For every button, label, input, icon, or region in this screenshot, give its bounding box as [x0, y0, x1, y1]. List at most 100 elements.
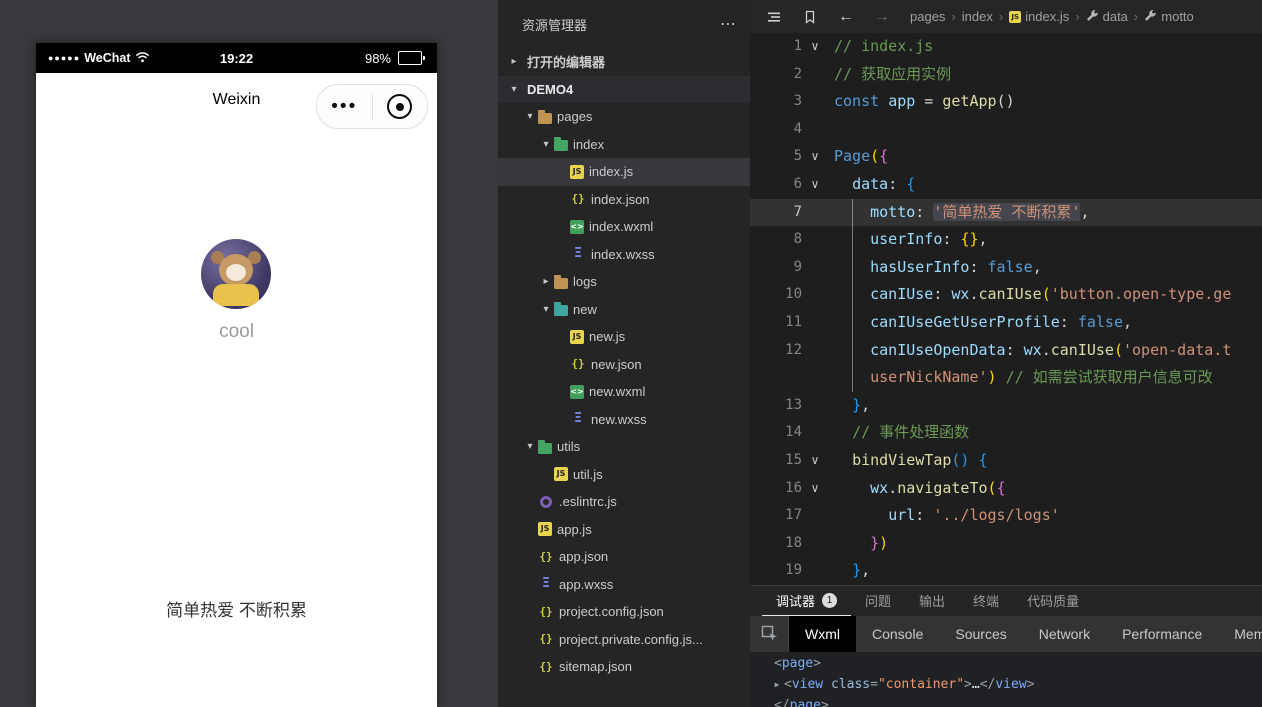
battery-percent: 98% [365, 51, 391, 66]
symbol-wrench-icon [1144, 9, 1157, 25]
signal-dots-icon: ●●●●● [48, 53, 80, 63]
tree-item-pages[interactable]: ▾ pages [498, 103, 750, 131]
devtools-tab-memory[interactable]: Memory [1218, 616, 1262, 652]
editor-panel: ← → pages›index›JSindex.js›data›motto 1∨… [750, 0, 1262, 585]
code-line-6[interactable]: 6∨ data: { [750, 171, 1262, 199]
devtools-tab-console[interactable]: Console [856, 616, 939, 652]
code-line-3[interactable]: 3const app = getApp() [750, 88, 1262, 116]
fold-chevron-icon[interactable]: ∨ [802, 171, 828, 199]
user-avatar[interactable] [201, 239, 271, 309]
tree-item-label: new.json [591, 357, 642, 372]
fold-chevron-icon[interactable]: ∨ [802, 475, 828, 503]
tree-item-index.json[interactable]: {}index.json [498, 186, 750, 214]
fold-chevron-icon[interactable]: ∨ [802, 447, 828, 475]
capsule-menu[interactable]: ••• [316, 84, 428, 129]
tree-item-util.js[interactable]: JSutil.js [498, 461, 750, 489]
code-line-4[interactable]: 4 [750, 116, 1262, 144]
tree-item-logs[interactable]: ▸logs [498, 268, 750, 296]
code-line-14[interactable]: 14 // 事件处理函数 [750, 419, 1262, 447]
tree-item-label: .eslintrc.js [559, 494, 617, 509]
code-line-5[interactable]: 5∨Page({ [750, 143, 1262, 171]
tree-item-sitemap.json[interactable]: {}sitemap.json [498, 653, 750, 681]
tree-item-打开的编辑器[interactable]: ▸打开的编辑器 [498, 48, 750, 76]
devtools-tab-performance[interactable]: Performance [1106, 616, 1218, 652]
debugger-tab-问题[interactable]: 问题 [851, 586, 905, 616]
folder-icon [538, 113, 552, 124]
debugger-tab-输出[interactable]: 输出 [905, 586, 959, 616]
code-line-9[interactable]: 9 hasUserInfo: false, [750, 254, 1262, 282]
breadcrumb-item-motto[interactable]: motto [1144, 9, 1194, 25]
breadcrumb-item-index.js[interactable]: JSindex.js [1009, 9, 1069, 24]
tree-item-label: pages [557, 109, 592, 124]
code-line-wrap[interactable]: userNickName') // 如需尝试获取用户信息可改 [750, 364, 1262, 392]
wxss-file-icon: Ξ [570, 246, 586, 262]
tree-item-new[interactable]: ▾new [498, 296, 750, 324]
code-line-2[interactable]: 2// 获取应用实例 [750, 61, 1262, 89]
debugger-tab-调试器[interactable]: 调试器1 [762, 586, 851, 616]
bookmark-icon[interactable] [802, 9, 818, 25]
tree-item-.eslintrc.js[interactable]: .eslintrc.js [498, 488, 750, 516]
code-line-1[interactable]: 1∨// index.js [750, 33, 1262, 61]
tree-item-app.js[interactable]: JSapp.js [498, 516, 750, 544]
chevron-expanded-icon[interactable]: ▾ [506, 84, 522, 95]
chevron-expanded-icon[interactable]: ▾ [522, 441, 538, 452]
phone-status-bar: ●●●●● WeChat 19:22 98% [36, 43, 437, 73]
tree-item-index.js[interactable]: JSindex.js [498, 158, 750, 186]
dom-node[interactable]: <page> [750, 653, 1262, 674]
outline-icon[interactable] [766, 9, 782, 25]
tree-item-new.js[interactable]: JSnew.js [498, 323, 750, 351]
tree-item-new.wxml[interactable]: <>new.wxml [498, 378, 750, 406]
devtools-tab-sources[interactable]: Sources [939, 616, 1022, 652]
chevron-expanded-icon[interactable]: ▾ [538, 139, 554, 150]
code-line-18[interactable]: 18 }) [750, 530, 1262, 558]
debugger-tab-代码质量[interactable]: 代码质量 [1013, 586, 1093, 616]
clock-time: 19:22 [220, 51, 253, 66]
chevron-collapsed-icon[interactable]: ▸ [506, 56, 522, 67]
code-line-15[interactable]: 15∨ bindViewTap() { [750, 447, 1262, 475]
tree-item-index[interactable]: ▾index [498, 131, 750, 159]
code-line-16[interactable]: 16∨ wx.navigateTo({ [750, 475, 1262, 503]
tree-item-app.json[interactable]: {}app.json [498, 543, 750, 571]
code-line-12[interactable]: 12 canIUseOpenData: wx.canIUse('open-dat… [750, 337, 1262, 365]
code-line-8[interactable]: 8 userInfo: {}, [750, 226, 1262, 254]
devtools-tab-wxml[interactable]: Wxml [789, 616, 856, 652]
devtools-tab-network[interactable]: Network [1023, 616, 1106, 652]
chevron-collapsed-icon[interactable]: ▸ [538, 276, 554, 287]
chevron-expanded-icon[interactable]: ▾ [538, 304, 554, 315]
code-line-17[interactable]: 17 url: '../logs/logs' [750, 502, 1262, 530]
tree-item-index.wxml[interactable]: <>index.wxml [498, 213, 750, 241]
code-text: const app = getApp() [828, 88, 1015, 116]
back-button[interactable]: ← [838, 8, 854, 26]
expand-arrow-icon[interactable]: ▶ [770, 674, 784, 695]
tree-item-app.wxss[interactable]: Ξapp.wxss [498, 571, 750, 599]
code-editor[interactable]: 1∨// index.js2// 获取应用实例3const app = getA… [750, 33, 1262, 585]
more-button[interactable]: ••• [317, 87, 372, 127]
tree-item-project.config.json[interactable]: {}project.config.json [498, 598, 750, 626]
chevron-expanded-icon[interactable]: ▾ [522, 111, 538, 122]
code-line-19[interactable]: 19 }, [750, 557, 1262, 585]
fold-spacer [802, 419, 828, 447]
code-line-11[interactable]: 11 canIUseGetUserProfile: false, [750, 309, 1262, 337]
breadcrumb-item-data[interactable]: data [1086, 9, 1128, 25]
inspect-element-icon[interactable] [750, 616, 789, 652]
line-number: 17 [750, 502, 802, 530]
code-line-7[interactable]: 7 motto: '简单热爱 不断积累', [750, 199, 1262, 227]
tree-item-new.json[interactable]: {}new.json [498, 351, 750, 379]
forward-button[interactable]: → [874, 8, 890, 26]
breadcrumb-item-pages[interactable]: pages [910, 9, 945, 24]
fold-chevron-icon[interactable]: ∨ [802, 143, 828, 171]
dom-node[interactable]: ▶<view class="container">…</view> [750, 674, 1262, 695]
tree-item-utils[interactable]: ▾utils [498, 433, 750, 461]
dom-node[interactable]: </page> [750, 695, 1262, 707]
debugger-tab-终端[interactable]: 终端 [959, 586, 1013, 616]
code-line-13[interactable]: 13 }, [750, 392, 1262, 420]
tree-item-index.wxss[interactable]: Ξindex.wxss [498, 241, 750, 269]
tree-item-project.private.config.js...[interactable]: {}project.private.config.js... [498, 626, 750, 654]
code-line-10[interactable]: 10 canIUse: wx.canIUse('button.open-type… [750, 281, 1262, 309]
tree-item-new.wxss[interactable]: Ξnew.wxss [498, 406, 750, 434]
more-actions-icon[interactable]: ⋯ [720, 14, 736, 34]
tree-item-demo4[interactable]: ▾DEMO4 [498, 76, 750, 104]
fold-chevron-icon[interactable]: ∨ [802, 33, 828, 61]
close-home-button[interactable] [373, 94, 428, 119]
breadcrumb-item-index[interactable]: index [962, 9, 993, 24]
